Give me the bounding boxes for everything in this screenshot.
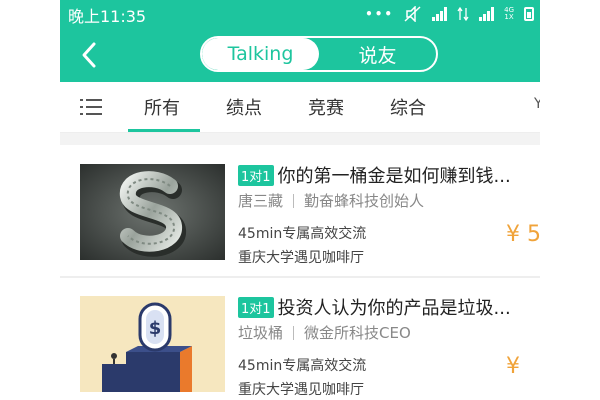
card-thumbnail <box>80 164 225 260</box>
price-label: ¥ <box>506 354 520 379</box>
status-time: 晚上11:35 <box>68 7 147 26</box>
status-icons: ••• 4G 1X <box>365 6 534 22</box>
session-duration: 45min专属高效交流 <box>238 358 367 374</box>
category-tab-gpa[interactable]: 绩点 <box>226 94 262 120</box>
category-more-partial[interactable]: Y <box>534 96 540 112</box>
session-venue: 重庆大学遇见咖啡厅 <box>238 250 364 266</box>
price-label: ¥ 5 <box>506 222 540 247</box>
card-title-row: 1对1 你的第一桶金是如何赚到钱... <box>238 162 511 188</box>
data-transfer-icon <box>457 7 469 21</box>
mute-icon <box>404 6 421 22</box>
nav-bar: Talking 说友 <box>60 28 540 82</box>
phone-screen: 晚上11:35 ••• 4G 1X Talking 说友 所有 绩点 竞赛 综合… <box>60 0 540 400</box>
notification-dots: ••• <box>365 7 395 21</box>
topic-card[interactable]: $ 1对1 投资人认为你的产品是垃圾... 垃圾桶 微金所科技CEO 45min… <box>60 278 540 400</box>
tab-shuoyou[interactable]: 说友 <box>319 38 436 70</box>
category-bar: 所有 绩点 竞赛 综合 Y <box>60 82 540 133</box>
session-duration: 45min专属高效交流 <box>238 226 367 242</box>
signal-4g-icon <box>479 7 495 21</box>
dollar-coin-slot-illustration: $ <box>80 296 225 392</box>
card-title: 你的第一桶金是如何赚到钱... <box>277 166 511 187</box>
section-gap <box>60 133 540 145</box>
person-name: 垃圾桶 <box>238 324 284 342</box>
silver-dollar-sign-icon <box>80 164 225 260</box>
session-venue: 重庆大学遇见咖啡厅 <box>238 382 364 398</box>
divider <box>293 325 295 340</box>
network-type-label: 4G 1X <box>504 7 514 21</box>
category-tab-general[interactable]: 综合 <box>390 94 426 120</box>
active-tab-indicator <box>128 129 200 132</box>
svg-text:$: $ <box>149 318 162 339</box>
status-bar: 晚上11:35 ••• 4G 1X <box>60 0 540 28</box>
network-label-bottom: 1X <box>504 13 514 21</box>
back-arrow-icon[interactable] <box>74 38 108 72</box>
menu-icon[interactable] <box>80 99 102 115</box>
person-role: 勤奋蜂科技创始人 <box>304 192 425 210</box>
one-on-one-badge: 1对1 <box>238 164 274 186</box>
card-person-row: 唐三藏 勤奋蜂科技创始人 <box>238 190 424 211</box>
card-person-row: 垃圾桶 微金所科技CEO <box>238 322 411 343</box>
segmented-control: Talking 说友 <box>200 36 438 72</box>
card-title: 投资人认为你的产品是垃圾... <box>277 298 511 319</box>
card-title-row: 1对1 投资人认为你的产品是垃圾... <box>238 294 511 320</box>
one-on-one-badge: 1对1 <box>238 296 274 318</box>
category-tab-all[interactable]: 所有 <box>144 94 180 120</box>
card-thumbnail: $ <box>80 296 225 392</box>
category-tab-competition[interactable]: 竞赛 <box>308 94 344 120</box>
tab-talking[interactable]: Talking <box>202 38 319 70</box>
person-role: 微金所科技CEO <box>304 324 411 342</box>
battery-icon <box>524 7 534 21</box>
divider <box>293 193 295 208</box>
topic-card[interactable]: 1对1 你的第一桶金是如何赚到钱... 唐三藏 勤奋蜂科技创始人 45min专属… <box>60 146 540 276</box>
person-name: 唐三藏 <box>238 192 284 210</box>
signal-icon <box>432 7 448 21</box>
